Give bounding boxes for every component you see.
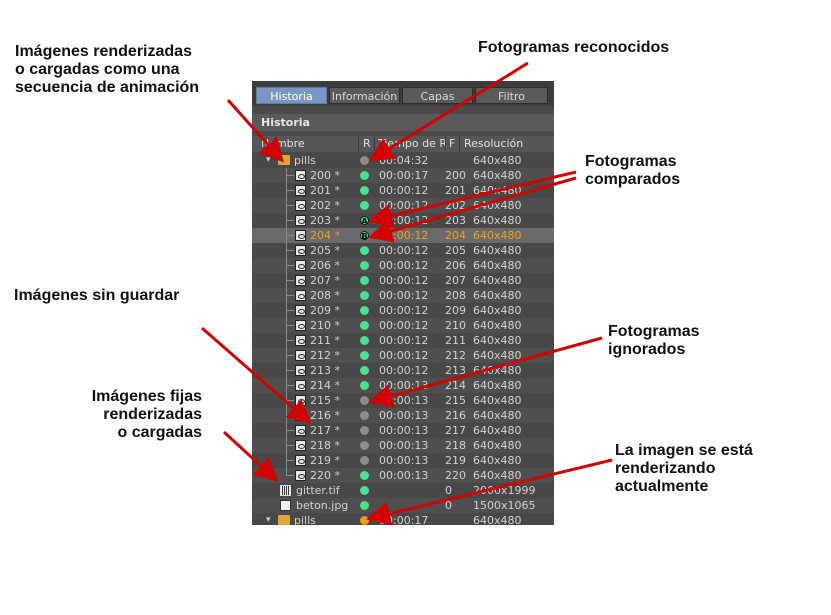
arrow-unsaved: [201, 326, 312, 424]
arrow-still: [222, 430, 279, 483]
arrow-sequence: [226, 98, 285, 163]
arrow-recognized: [368, 61, 529, 162]
annotation-arrows: [201, 61, 613, 526]
arrow-compared-a: [368, 170, 577, 228]
arrow-rendering: [366, 458, 613, 526]
arrow-ignored: [368, 336, 603, 408]
arrow-compared-b: [368, 176, 577, 243]
